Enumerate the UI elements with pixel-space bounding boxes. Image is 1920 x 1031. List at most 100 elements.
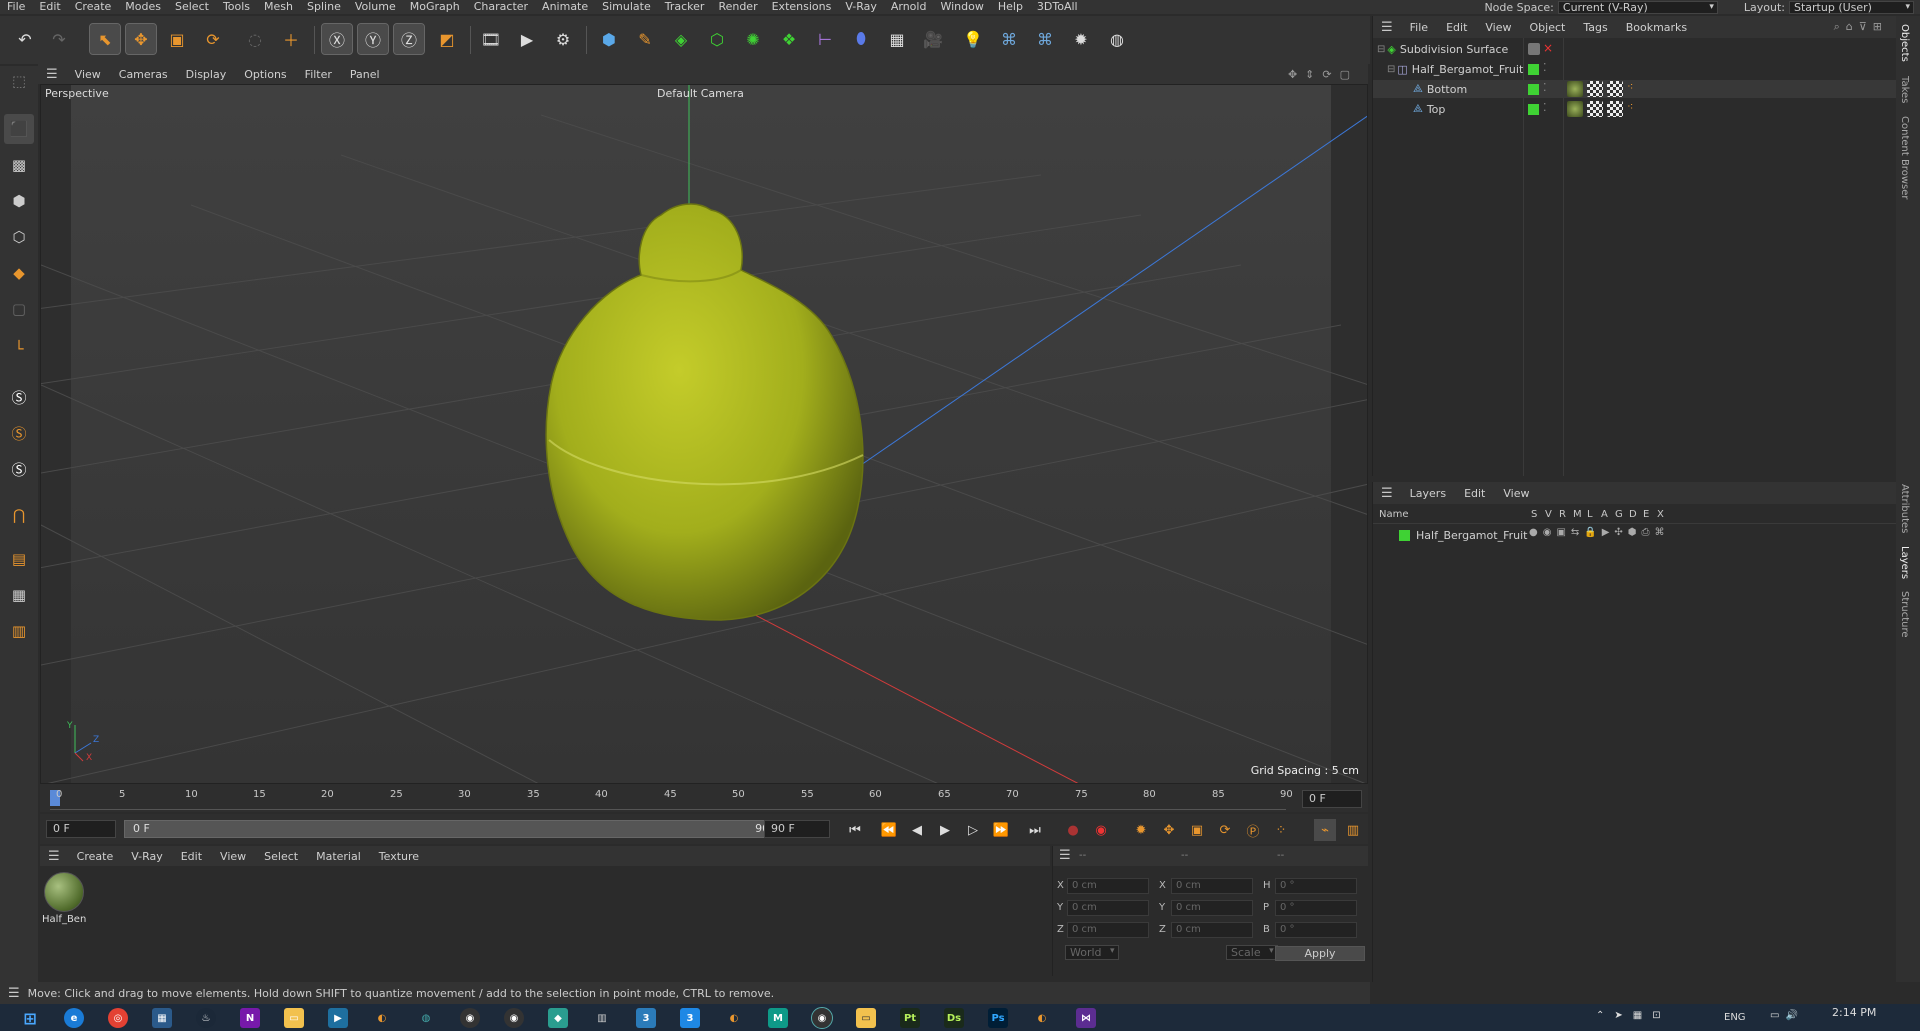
- menu-file[interactable]: File: [0, 0, 32, 14]
- start-frame-field[interactable]: 0 F: [46, 820, 116, 838]
- language-indicator[interactable]: ENG: [1724, 1012, 1746, 1023]
- uv-mode-icon[interactable]: ▢: [4, 294, 34, 324]
- pen-spline-icon[interactable]: ✎: [630, 24, 660, 54]
- object-row-half-bergamot[interactable]: ⊟ ◫ Half_Bergamot_Fruit ⁚: [1373, 60, 1896, 78]
- disabled-x-icon[interactable]: ×: [1543, 41, 1553, 55]
- app-2-icon[interactable]: ◆: [548, 1008, 568, 1028]
- rot-p-field[interactable]: 0 °: [1275, 900, 1357, 916]
- point-mode-icon[interactable]: ⬢: [4, 186, 34, 216]
- mat-menu-select[interactable]: Select: [255, 850, 307, 863]
- extrude-icon[interactable]: ⬡: [702, 24, 732, 54]
- windows-start-icon[interactable]: ⊞: [20, 1008, 40, 1028]
- pos-y-field[interactable]: 0 cm: [1067, 900, 1149, 916]
- floor-icon[interactable]: ▦: [882, 24, 912, 54]
- menu-select[interactable]: Select: [168, 0, 216, 14]
- tab-content-browser[interactable]: Content Browser: [1899, 116, 1910, 199]
- hamburger-icon[interactable]: ☰: [1373, 486, 1401, 501]
- layer-col-d[interactable]: D: [1629, 509, 1637, 520]
- scale-key-icon[interactable]: ▣: [1186, 819, 1208, 841]
- visual-studio-icon[interactable]: ⋈: [1076, 1008, 1096, 1028]
- obj-menu-object[interactable]: Object: [1521, 21, 1575, 34]
- hamburger-icon[interactable]: ☰: [40, 849, 68, 864]
- mograph-icon[interactable]: ❖: [774, 24, 804, 54]
- uvw-tag-icon[interactable]: [1587, 81, 1603, 97]
- menu-volume[interactable]: Volume: [348, 0, 403, 14]
- field-icon[interactable]: ⬮: [846, 24, 876, 54]
- app-icon[interactable]: ◍: [416, 1008, 436, 1028]
- x-axis-lock-icon[interactable]: Ⓧ: [321, 23, 353, 55]
- scale-tool-icon[interactable]: ▣: [162, 24, 192, 54]
- recent-tool-icon[interactable]: ◌: [240, 24, 270, 54]
- terminal-icon[interactable]: ▶: [328, 1008, 348, 1028]
- layer-menu-view[interactable]: View: [1494, 487, 1538, 500]
- object-name[interactable]: Half_Bergamot_Fruit: [1412, 63, 1523, 76]
- param-key-icon[interactable]: Ⓟ: [1242, 819, 1264, 841]
- layer-row[interactable]: Half_Bergamot_Fruit ●◉▣⇆🔒▶✣⬢⎙⌘: [1373, 526, 1896, 544]
- cinema4d-icon[interactable]: ◉: [460, 1008, 480, 1028]
- blender-icon[interactable]: ◐: [372, 1008, 392, 1028]
- layer-col-r[interactable]: R: [1559, 509, 1566, 520]
- prev-key-icon[interactable]: ⏪: [878, 819, 900, 841]
- layer-col-l[interactable]: L: [1587, 509, 1593, 520]
- menu-mograph[interactable]: MoGraph: [403, 0, 467, 14]
- workplane-icon[interactable]: ▤: [4, 544, 34, 574]
- tab-attributes[interactable]: Attributes: [1899, 484, 1910, 533]
- visibility-dots-icon[interactable]: ⁚: [1543, 81, 1547, 94]
- substance-designer-icon[interactable]: Ds: [944, 1008, 964, 1028]
- substance-painter-icon[interactable]: Pt: [900, 1008, 920, 1028]
- object-row-top[interactable]: ⟁ Top ⁚ ⁖: [1373, 100, 1896, 118]
- network-volume-icons[interactable]: ▭🔊: [1770, 1010, 1804, 1021]
- layer-col-m[interactable]: M: [1573, 509, 1582, 520]
- mat-menu-view[interactable]: View: [211, 850, 255, 863]
- rot-h-field[interactable]: 0 °: [1275, 878, 1357, 894]
- dope-sheet-icon[interactable]: ▥: [1342, 819, 1364, 841]
- obj-menu-tags[interactable]: Tags: [1574, 21, 1616, 34]
- undo-icon[interactable]: ↶: [10, 24, 40, 54]
- viewport-menu-options[interactable]: Options: [235, 68, 295, 81]
- rotation-key-icon[interactable]: ⟳: [1214, 819, 1236, 841]
- make-editable-icon[interactable]: ⬚: [4, 66, 34, 96]
- snap-settings-icon[interactable]: Ⓢ: [4, 418, 34, 448]
- play-icon[interactable]: ▶: [934, 819, 956, 841]
- viewport-menu-view[interactable]: View: [66, 68, 110, 81]
- photoshop-icon[interactable]: Ps: [988, 1008, 1008, 1028]
- snap-icon[interactable]: Ⓢ: [4, 382, 34, 412]
- obj-menu-bookmarks[interactable]: Bookmarks: [1617, 21, 1696, 34]
- obj-menu-view[interactable]: View: [1476, 21, 1520, 34]
- mat-menu-edit[interactable]: Edit: [172, 850, 211, 863]
- menu-vray[interactable]: V-Ray: [838, 0, 884, 14]
- layer-color-swatch[interactable]: [1528, 104, 1539, 115]
- python-script-icon[interactable]: ⌘: [1030, 24, 1060, 54]
- menu-spline[interactable]: Spline: [300, 0, 348, 14]
- layer-col-e[interactable]: E: [1643, 509, 1649, 520]
- uvw-tag-2-icon[interactable]: [1607, 101, 1623, 117]
- visibility-dots-icon[interactable]: ⁚: [1543, 61, 1547, 74]
- layer-color-swatch[interactable]: [1528, 84, 1539, 95]
- axis-mode-icon[interactable]: └: [4, 334, 34, 364]
- timeline-window-icon[interactable]: ⌁: [1314, 819, 1336, 841]
- menu-edit[interactable]: Edit: [32, 0, 67, 14]
- object-row-subdivision[interactable]: ⊟ ◈ Subdivision Surface ×: [1373, 40, 1896, 58]
- cinema4d-active-icon[interactable]: ◉: [811, 1007, 833, 1029]
- size-y-field[interactable]: 0 cm: [1171, 900, 1253, 916]
- tab-structure[interactable]: Structure: [1899, 591, 1910, 638]
- selection-tag-icon[interactable]: ⁖: [1627, 100, 1633, 113]
- globe-icon[interactable]: ◍: [1102, 24, 1132, 54]
- rotate-tool-icon[interactable]: ⟳: [198, 24, 228, 54]
- selection-tag-icon[interactable]: ⁖: [1627, 80, 1633, 93]
- 3d-viewport[interactable]: Perspective Default Camera Grid Spacing …: [40, 84, 1368, 784]
- menu-3dtoall[interactable]: 3DToAll: [1030, 0, 1085, 14]
- calculator-icon[interactable]: ▦: [152, 1008, 172, 1028]
- steam-icon[interactable]: ♨: [196, 1008, 216, 1028]
- obj-menu-file[interactable]: File: [1401, 21, 1437, 34]
- layer-col-g[interactable]: G: [1615, 509, 1623, 520]
- record-icon[interactable]: ●: [1062, 819, 1084, 841]
- create-tool-icon[interactable]: ＋: [276, 24, 306, 54]
- blender-2-icon[interactable]: ◐: [724, 1008, 744, 1028]
- material-item[interactable]: Half_Ben: [42, 872, 86, 930]
- menu-extensions[interactable]: Extensions: [765, 0, 839, 14]
- deformer-icon[interactable]: ⊢: [810, 24, 840, 54]
- node-space-select[interactable]: Current (V-Ray): [1557, 0, 1718, 14]
- onenote-icon[interactable]: N: [240, 1008, 260, 1028]
- end-frame-field[interactable]: 90 F: [764, 820, 830, 838]
